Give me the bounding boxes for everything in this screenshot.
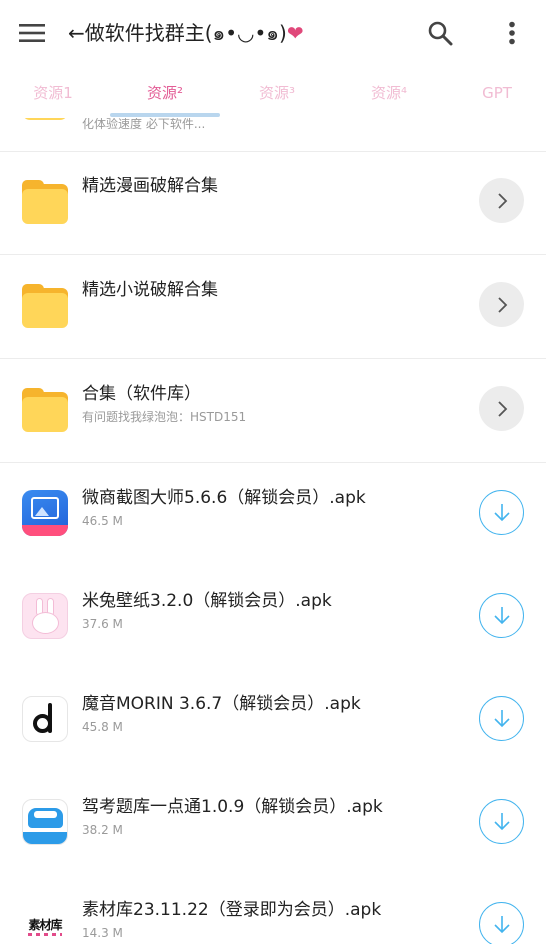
tab-resource-2[interactable]: 资源² xyxy=(110,78,220,108)
folder-title: 精选漫画破解合集 xyxy=(82,176,218,196)
file-title: 米兔壁纸3.2.0（解锁会员）.apk xyxy=(82,591,332,611)
download-button[interactable] xyxy=(479,902,524,944)
morin-app-icon xyxy=(22,696,68,742)
download-arrow-icon xyxy=(493,812,510,830)
chevron-right-icon xyxy=(497,400,507,417)
file-size: 46.5 M xyxy=(82,514,123,528)
folder-title: 精选小说破解合集 xyxy=(82,280,218,300)
list-item-partial[interactable]: 化体验速度 必下软件... xyxy=(0,118,546,152)
folder-subtitle: 有问题找我绿泡泡：HSTD151 xyxy=(82,410,247,424)
tab-gpt[interactable]: GPT xyxy=(446,78,546,108)
file-item-jiakao[interactable]: 驾考题库一点通1.0.9（解锁会员）.apk 38.2 M xyxy=(0,773,546,876)
tab-resource-4[interactable]: 资源⁴ xyxy=(334,78,444,108)
folder-icon xyxy=(22,388,68,432)
download-arrow-icon xyxy=(493,606,510,624)
file-title: 素材库23.11.22（登录即为会员）.apk xyxy=(82,900,382,920)
folder-item-software-library[interactable]: 合集（软件库） 有问题找我绿泡泡：HSTD151 xyxy=(0,360,546,463)
search-icon xyxy=(428,21,453,46)
download-button[interactable] xyxy=(479,490,524,535)
file-item-morin[interactable]: 魔音MORIN 3.6.7（解锁会员）.apk 45.8 M xyxy=(0,670,546,773)
sucai-icon-text: 素材库 xyxy=(28,918,62,932)
menu-button[interactable] xyxy=(8,12,56,54)
folder-item-comics[interactable]: 精选漫画破解合集 xyxy=(0,152,546,255)
folder-title: 合集（软件库） xyxy=(82,384,201,404)
page-title: ←做软件找群主(๑•◡•๑)❤ xyxy=(68,18,304,48)
file-size: 38.2 M xyxy=(82,823,123,837)
jiakao-app-icon xyxy=(22,799,68,845)
file-size: 45.8 M xyxy=(82,720,123,734)
file-title: 驾考题库一点通1.0.9（解锁会员）.apk xyxy=(82,797,383,817)
search-button[interactable] xyxy=(416,12,464,54)
list-item-subtitle: 化体验速度 必下软件... xyxy=(82,118,206,131)
folder-icon xyxy=(22,284,68,328)
page-title-text: ←做软件找群主(๑•◡•๑) xyxy=(68,21,287,45)
more-options-button[interactable] xyxy=(490,12,534,54)
sucai-app-icon: 素材库 xyxy=(22,902,68,944)
tab-bar: 资源1 资源² 资源³ 资源⁴ GPT xyxy=(0,66,546,118)
file-size: 14.3 M xyxy=(82,926,123,940)
hamburger-menu-icon xyxy=(19,24,45,42)
heart-icon: ❤ xyxy=(286,21,304,45)
file-size: 37.6 M xyxy=(82,617,123,631)
file-item-mitu[interactable]: 米兔壁纸3.2.0（解锁会员）.apk 37.6 M xyxy=(0,567,546,670)
open-folder-button[interactable] xyxy=(479,178,524,223)
download-arrow-icon xyxy=(493,503,510,521)
download-button[interactable] xyxy=(479,696,524,741)
mitu-app-icon xyxy=(22,593,68,639)
open-folder-button[interactable] xyxy=(479,386,524,431)
download-button[interactable] xyxy=(479,593,524,638)
file-list[interactable]: 化体验速度 必下软件... 精选漫画破解合集 精选小说破解合集 合集（软件库） … xyxy=(0,118,546,944)
file-item-weishang[interactable]: 微商截图大师5.6.6（解锁会员）.apk 46.5 M xyxy=(0,464,546,567)
app-bar: ←做软件找群主(๑•◡•๑)❤ xyxy=(0,0,546,66)
weishang-app-icon xyxy=(22,490,68,536)
chevron-right-icon xyxy=(497,296,507,313)
download-arrow-icon xyxy=(493,915,510,933)
file-item-sucai[interactable]: 素材库 素材库23.11.22（登录即为会员）.apk 14.3 M xyxy=(0,876,546,944)
tab-resource-1[interactable]: 资源1 xyxy=(0,78,106,108)
folder-item-novels[interactable]: 精选小说破解合集 xyxy=(0,256,546,359)
open-folder-button[interactable] xyxy=(479,282,524,327)
tab-resource-3[interactable]: 资源³ xyxy=(222,78,332,108)
folder-icon xyxy=(22,180,68,224)
download-button[interactable] xyxy=(479,799,524,844)
folder-icon xyxy=(22,118,68,120)
download-arrow-icon xyxy=(493,709,510,727)
chevron-right-icon xyxy=(497,192,507,209)
file-title: 微商截图大师5.6.6（解锁会员）.apk xyxy=(82,488,366,508)
more-vertical-icon xyxy=(509,21,515,45)
file-title: 魔音MORIN 3.6.7（解锁会员）.apk xyxy=(82,694,361,714)
tab-indicator xyxy=(110,113,220,117)
